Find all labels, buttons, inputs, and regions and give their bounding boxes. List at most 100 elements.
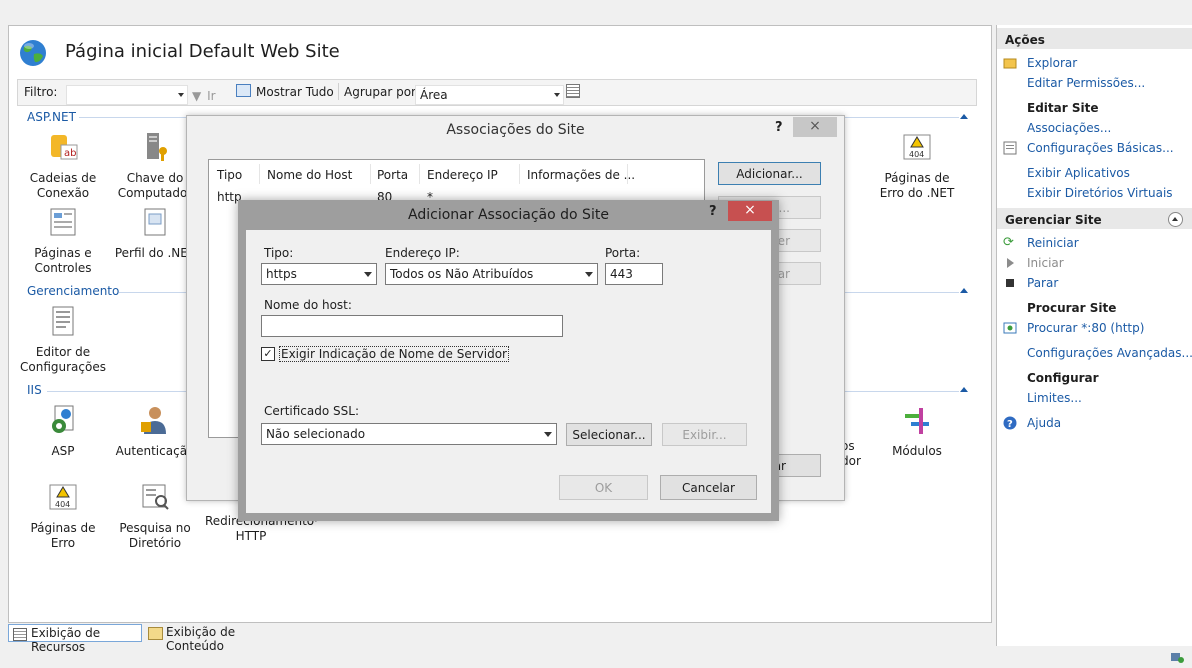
settings-page-icon <box>1003 141 1017 155</box>
column-header[interactable]: Porta <box>377 168 408 182</box>
svg-text:404: 404 <box>55 500 70 509</box>
filter-toolbar: Filtro: ▼ Ir Mostrar Tudo Agrupar por: Á… <box>17 79 977 106</box>
ssl-certificate-select[interactable]: Não selecionado <box>261 423 557 445</box>
section-configure: Configurar <box>1027 371 1099 385</box>
show-all-label: Mostrar Tudo <box>256 85 334 99</box>
action-view-applications[interactable]: Exibir Aplicativos <box>1027 166 1130 180</box>
restart-icon: ⟳ <box>1003 235 1014 250</box>
hostname-label: Nome do host: <box>264 298 352 312</box>
feature-pages-controls[interactable]: Páginas e Controles <box>17 206 109 276</box>
action-edit-permissions[interactable]: Editar Permissões... <box>1027 76 1145 90</box>
hostname-field[interactable] <box>261 315 563 337</box>
group-by-select[interactable]: Área <box>415 85 564 105</box>
config-editor-icon <box>52 306 74 336</box>
modules-icon <box>905 408 929 434</box>
action-limits[interactable]: Limites... <box>1027 391 1082 405</box>
column-header[interactable]: Tipo <box>217 168 242 182</box>
group-header-management: Gerenciamento <box>27 284 120 298</box>
column-header[interactable]: Informações de ... <box>527 168 635 182</box>
feature-label: Pesquisa no Diretório <box>119 521 191 550</box>
content-view-icon <box>148 627 163 640</box>
machine-key-icon <box>147 133 167 161</box>
add-binding-button[interactable]: Adicionar... <box>718 162 821 185</box>
actions-header: Ações <box>997 28 1192 49</box>
view-list-icon <box>566 84 580 98</box>
filter-input[interactable] <box>66 85 188 105</box>
folder-explore-icon <box>1003 56 1017 70</box>
feature-net-error-pages[interactable]: 404 Páginas de Erro do .NET <box>871 131 963 201</box>
help-button[interactable]: ? <box>709 204 717 219</box>
column-header[interactable]: Nome do Host <box>267 168 352 182</box>
tab-content-view[interactable]: Exibição de Conteúdo <box>144 624 284 653</box>
column-header[interactable]: Endereço IP <box>427 168 498 182</box>
action-advanced-settings[interactable]: Configurações Avançadas... <box>1027 346 1192 360</box>
dialog-title: Associações do Site <box>446 122 585 138</box>
action-basic-settings[interactable]: Configurações Básicas... <box>1027 141 1174 155</box>
help-button[interactable]: ? <box>775 120 783 135</box>
feature-config-editor[interactable]: Editor de Configurações <box>17 305 109 375</box>
sni-checkbox[interactable]: ✓ <box>261 347 275 361</box>
action-browse-80[interactable]: Procurar *:80 (http) <box>1027 321 1144 335</box>
port-field[interactable]: 443 <box>605 263 663 285</box>
action-start[interactable]: Iniciar <box>1027 256 1064 270</box>
feature-label: Páginas de Erro <box>30 521 96 550</box>
page-title: Página inicial Default Web Site <box>65 41 340 62</box>
group-by-value: Área <box>420 88 448 102</box>
select-certificate-button[interactable]: Selecionar... <box>566 423 652 446</box>
action-view-virtual-dirs[interactable]: Exibir Diretórios Virtuais <box>1027 186 1173 200</box>
directory-browsing-icon <box>142 484 169 510</box>
view-mode-button[interactable] <box>566 83 588 99</box>
action-explore[interactable]: Explorar <box>1027 56 1077 70</box>
action-help[interactable]: Ajuda <box>1027 416 1061 430</box>
ssl-certificate-value: Não selecionado <box>266 427 366 441</box>
collapse-chevron-icon[interactable] <box>1168 212 1183 227</box>
error-404-icon: 404 <box>903 134 931 160</box>
feature-asp[interactable]: ASP <box>17 404 109 459</box>
ip-select[interactable]: Todos os Não Atribuídos <box>385 263 598 285</box>
svg-text:?: ? <box>1007 419 1013 430</box>
collapse-caret-icon[interactable] <box>960 288 968 293</box>
type-select[interactable]: https <box>261 263 377 285</box>
column-separator <box>519 164 520 184</box>
add-binding-dialog: Adicionar Associação do Site ? × Tipo: h… <box>238 200 779 521</box>
collapse-caret-icon[interactable] <box>960 114 968 119</box>
chevron-down-icon <box>178 93 184 97</box>
manage-site-header: Gerenciar Site <box>997 208 1192 229</box>
column-separator <box>259 164 260 184</box>
view-tabs: Exibição de Recursos Exibição de Conteúd… <box>0 621 996 654</box>
view-certificate-button[interactable]: Exibir... <box>662 423 747 446</box>
start-icon <box>1003 256 1017 270</box>
feature-modules[interactable]: Módulos <box>871 404 963 459</box>
feature-connection-strings[interactable]: ab Cadeias de Conexão <box>17 131 109 201</box>
column-separator <box>419 164 420 184</box>
type-label: Tipo: <box>264 246 294 260</box>
dialog-title: Adicionar Associação do Site <box>408 207 609 223</box>
sni-label[interactable]: Exigir Indicação de Nome de Servidor <box>279 346 509 362</box>
globe-icon <box>20 40 46 66</box>
pages-controls-icon <box>50 208 76 236</box>
connection-strings-icon: ab <box>51 135 78 160</box>
asp-icon <box>52 405 74 433</box>
filter-go-button[interactable]: ▼ Ir <box>192 84 216 103</box>
close-button[interactable]: × <box>793 117 837 137</box>
chevron-down-icon <box>585 272 593 277</box>
show-all-button[interactable]: Mostrar Tudo <box>236 82 334 100</box>
show-all-icon <box>236 84 251 97</box>
cancel-button[interactable]: Cancelar <box>660 475 757 500</box>
ok-button[interactable]: OK <box>559 475 648 500</box>
close-button[interactable]: × <box>728 201 772 221</box>
collapse-caret-icon[interactable] <box>960 387 968 392</box>
ip-value: Todos os Não Atribuídos <box>390 267 534 281</box>
tab-label: Exibição de Recursos <box>31 626 101 654</box>
feature-error-pages[interactable]: 404 Páginas de Erro <box>17 481 109 551</box>
action-bindings[interactable]: Associações... <box>1027 121 1111 135</box>
group-by-label: Agrupar por: <box>344 85 420 99</box>
group-header-aspnet: ASP.NET <box>27 110 76 124</box>
browse-icon <box>1003 321 1017 335</box>
action-restart[interactable]: Reiniciar <box>1027 236 1079 250</box>
tab-features-view[interactable]: Exibição de Recursos <box>8 624 142 654</box>
features-view-icon <box>13 628 27 641</box>
section-browse-site: Procurar Site <box>1027 301 1117 315</box>
action-stop[interactable]: Parar <box>1027 276 1058 290</box>
feature-label: Editor de Configurações <box>20 345 106 374</box>
